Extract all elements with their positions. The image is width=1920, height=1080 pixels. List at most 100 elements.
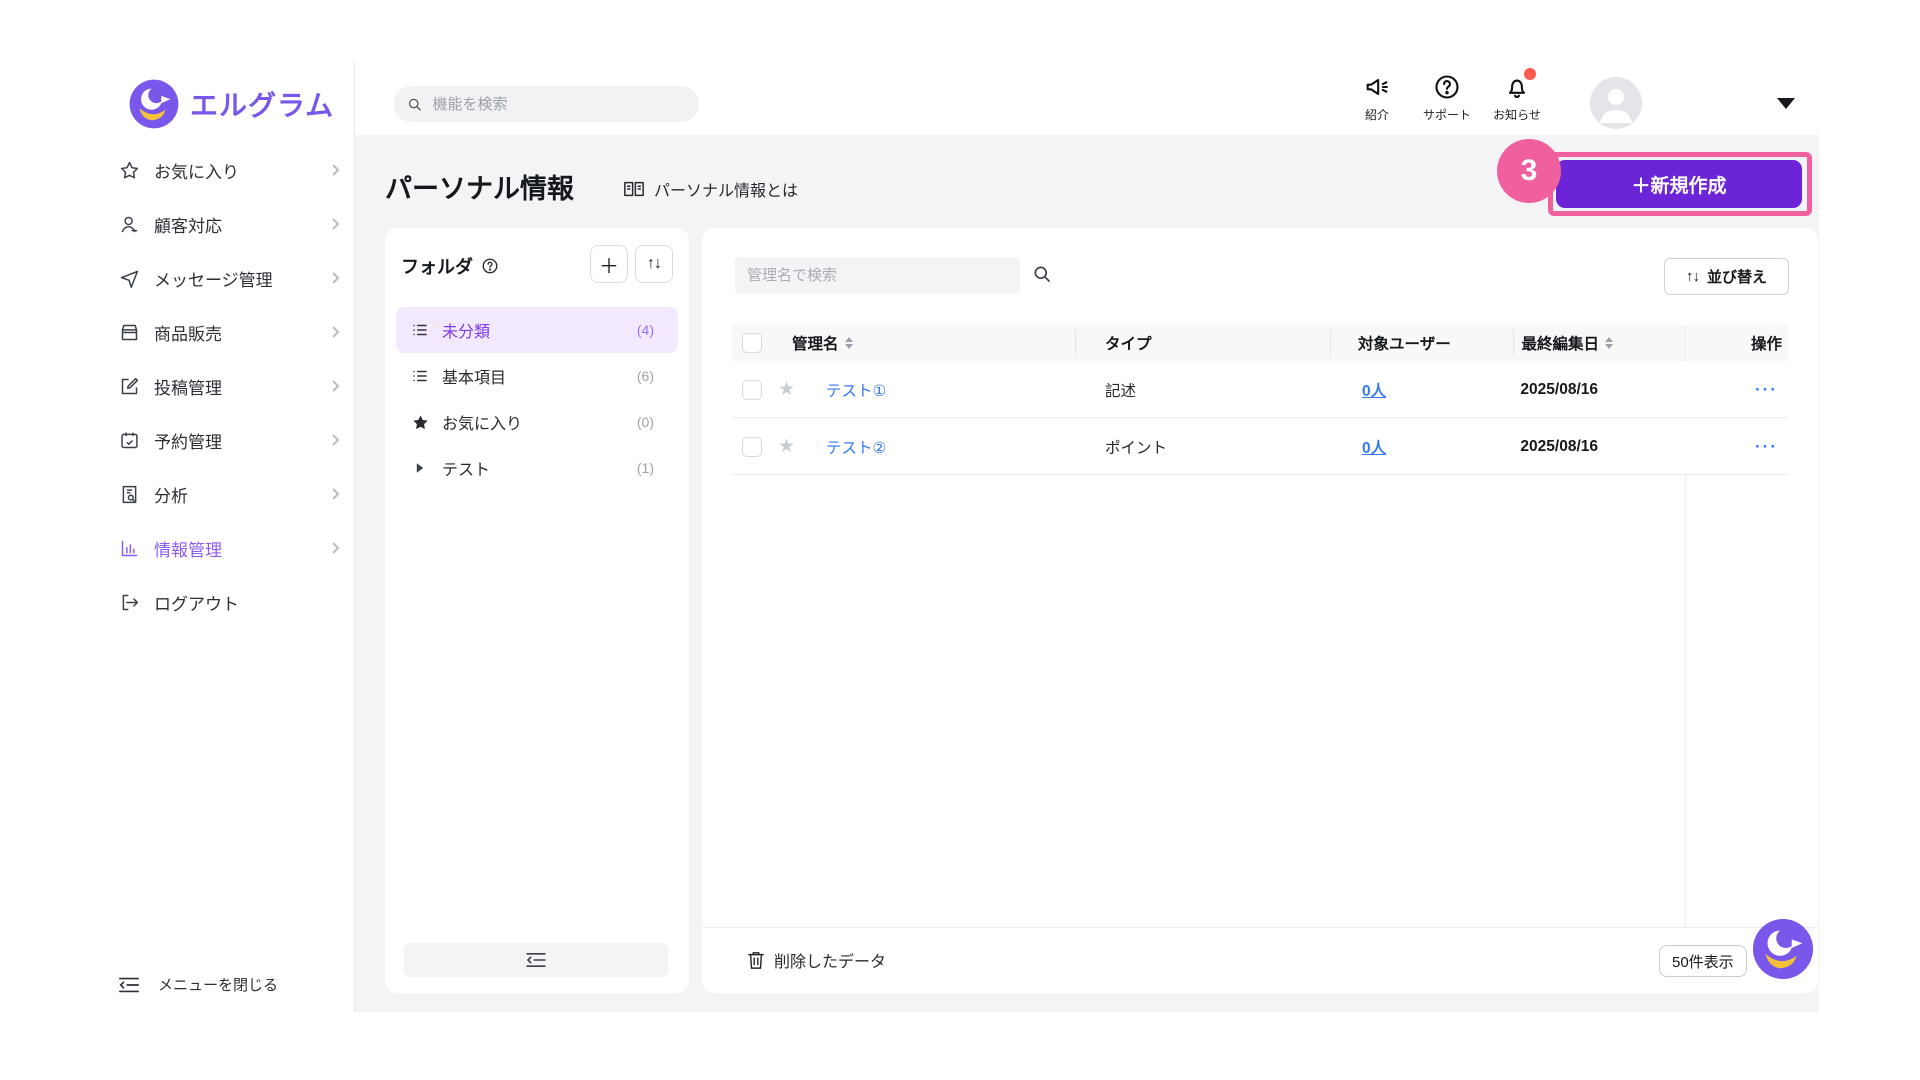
brand-name: エルグラム — [190, 90, 335, 121]
table-row: ★ テスト① 記述 0人 2025/08/16 ··· — [732, 361, 1788, 418]
folder-count: (0) — [636, 414, 654, 430]
folder-item-favorites[interactable]: お気に入り (0) — [396, 399, 678, 445]
chevron-right-icon — [332, 434, 340, 446]
sidebar-item-information-management[interactable]: 情報管理 — [118, 530, 340, 566]
sidebar-item-favorites[interactable]: お気に入り — [118, 152, 340, 188]
sidebar-item-post-management[interactable]: 投稿管理 — [118, 368, 340, 404]
calendar-icon — [118, 429, 140, 451]
sidebar-item-reservation-management[interactable]: 予約管理 — [118, 422, 340, 458]
sort-folders-button[interactable]: ↑↓ — [635, 245, 673, 283]
avatar-person-icon — [1600, 89, 1632, 123]
menu-close-label: メニューを閉じる — [158, 977, 279, 994]
folder-title: フォルダ — [401, 257, 473, 277]
help-circle-icon — [1432, 72, 1462, 102]
sidebar-item-logout[interactable]: ログアウト — [118, 584, 340, 620]
add-folder-button[interactable]: ＋ — [590, 245, 628, 283]
sort-arrows-glyph: ↑↓ — [1685, 268, 1700, 285]
chevron-right-icon — [332, 326, 340, 338]
chevron-right-icon — [332, 164, 340, 176]
record-name-link[interactable]: テスト① — [826, 379, 886, 401]
favorite-star-icon[interactable]: ★ — [778, 435, 795, 458]
storefront-icon — [118, 321, 140, 343]
sort-records-button[interactable]: ↑↓ 並び替え — [1664, 258, 1789, 295]
deleted-data-link[interactable]: 削除したデータ — [747, 948, 886, 972]
folder-item-basic[interactable]: 基本項目 (6) — [396, 353, 678, 399]
user-avatar[interactable] — [1590, 77, 1642, 129]
document-search-icon — [118, 483, 140, 505]
folder-help-icon[interactable] — [481, 257, 499, 275]
column-header-actions: 操作 — [1750, 336, 1782, 353]
column-divider — [1075, 329, 1076, 357]
folder-count: (4) — [636, 322, 654, 338]
notifications-button[interactable]: お知らせ — [1485, 68, 1549, 123]
collapse-panel-icon — [526, 952, 546, 968]
folder-count: (1) — [636, 460, 654, 476]
support-button[interactable]: サポート — [1415, 72, 1479, 123]
favorite-star-icon[interactable]: ★ — [778, 378, 795, 401]
column-divider — [1330, 329, 1331, 357]
chevron-right-icon — [332, 218, 340, 230]
table-header: 管理名 タイプ 対象ユーザー 最終編集日 操作 — [732, 325, 1788, 361]
records-panel: ↑↓ 並び替え 管理名 タイプ 対象ユーザー 最終編集日 操作 — [702, 228, 1818, 993]
global-search-input[interactable] — [432, 95, 685, 113]
record-search[interactable] — [735, 257, 1020, 294]
folder-list: 未分類 (4) 基本項目 (6) お気に入り (0) テスト (1) — [396, 307, 678, 491]
chevron-right-icon — [332, 272, 340, 284]
collapse-folder-panel-button[interactable] — [404, 943, 668, 977]
row-actions-menu[interactable]: ··· — [1755, 380, 1778, 400]
collapse-menu-icon — [119, 977, 139, 992]
sort-arrows-icon[interactable] — [1605, 337, 1613, 349]
record-date: 2025/08/16 — [1520, 380, 1598, 398]
folder-count: (6) — [636, 368, 654, 384]
create-new-button[interactable]: ＋新規作成 — [1556, 160, 1802, 208]
sidebar-item-analytics[interactable]: 分析 — [118, 476, 340, 512]
record-search-input[interactable] — [747, 267, 1008, 284]
menu-close-button[interactable]: メニューを閉じる — [118, 974, 278, 995]
megaphone-icon — [1362, 72, 1392, 102]
record-name-link[interactable]: テスト② — [826, 436, 886, 458]
sidebar-item-customer-support[interactable]: 顧客対応 — [118, 206, 340, 242]
sort-arrows-icon[interactable] — [844, 337, 853, 349]
support-label: サポート — [1422, 108, 1471, 122]
logout-icon — [118, 591, 140, 613]
chevron-right-icon — [332, 380, 340, 392]
search-icon — [408, 98, 421, 111]
row-checkbox[interactable] — [742, 436, 762, 457]
annotation-step-badge: 3 — [1497, 139, 1561, 203]
sidebar-nav: お気に入り 顧客対応 メッセージ管理 商品販売 投稿管理 予約管理 分析 情報管… — [118, 152, 340, 620]
edit-icon — [118, 375, 140, 397]
list-icon — [410, 321, 430, 339]
table-footer: 削除したデータ 50件表示 — [702, 927, 1818, 993]
main-content: パーソナル情報 パーソナル情報とは 3 ＋新規作成 フォルダ ＋ ↑↓ 未分類 — [355, 135, 1819, 1012]
star-outline-icon — [118, 159, 140, 181]
account-menu-caret[interactable] — [1777, 98, 1795, 109]
row-checkbox[interactable] — [742, 379, 762, 400]
page-size-button[interactable]: 50件表示 — [1659, 945, 1747, 977]
bell-icon — [1502, 68, 1536, 102]
record-date: 2025/08/16 — [1520, 437, 1598, 455]
folder-item-test[interactable]: テスト (1) — [396, 445, 678, 491]
record-type: 記述 — [1105, 382, 1137, 400]
brand-logo[interactable]: エルグラム — [128, 78, 334, 130]
select-all-checkbox[interactable] — [742, 333, 762, 353]
floating-brand-icon[interactable] — [1752, 918, 1814, 980]
global-search[interactable] — [393, 86, 699, 122]
sidebar-item-message-management[interactable]: メッセージ管理 — [118, 260, 340, 296]
record-users-link[interactable]: 0人 — [1362, 436, 1386, 458]
list-icon — [410, 367, 430, 385]
referral-button[interactable]: 紹介 — [1345, 72, 1409, 123]
row-actions-menu[interactable]: ··· — [1755, 437, 1778, 457]
column-header-date[interactable]: 最終編集日 — [1521, 325, 1613, 361]
column-header-name[interactable]: 管理名 — [792, 325, 853, 361]
folder-item-uncategorized[interactable]: 未分類 (4) — [396, 307, 678, 353]
page-help-label: パーソナル情報とは — [654, 183, 799, 200]
column-header-users: 対象ユーザー — [1358, 336, 1451, 353]
person-icon — [118, 213, 140, 235]
folder-panel-header: フォルダ — [401, 253, 499, 279]
page-help-link[interactable]: パーソナル情報とは — [623, 177, 798, 201]
star-filled-icon — [410, 413, 430, 432]
record-search-icon[interactable] — [1032, 264, 1052, 284]
sidebar-item-product-sales[interactable]: 商品販売 — [118, 314, 340, 350]
record-users-link[interactable]: 0人 — [1362, 379, 1386, 401]
caret-right-icon — [410, 462, 430, 474]
